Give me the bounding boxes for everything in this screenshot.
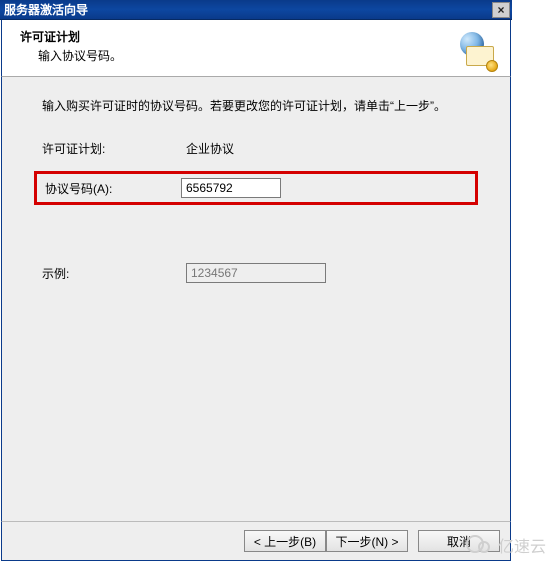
title-bar: 服务器激活向导 × [0, 0, 512, 20]
license-plan-row: 许可证计划: 企业协议 [42, 140, 470, 157]
license-globe-icon [456, 30, 496, 70]
license-plan-value: 企业协议 [186, 140, 234, 157]
page-title: 许可证计划 [20, 28, 492, 45]
back-button[interactable]: < 上一步(B) [244, 530, 326, 552]
window-title: 服务器激活向导 [4, 1, 88, 18]
wizard-button-bar: < 上一步(B) 下一步(N) > 取消 [1, 521, 511, 561]
agreement-number-highlight: 协议号码(A): [34, 171, 478, 205]
agreement-number-input[interactable] [181, 178, 281, 198]
agreement-number-label: 协议号码(A): [41, 180, 181, 197]
cancel-button[interactable]: 取消 [418, 530, 500, 552]
wizard-content: 输入购买许可证时的协议号码。若要更改您的许可证计划，请单击“上一步”。 许可证计… [1, 77, 511, 521]
example-input [186, 263, 326, 283]
page-subtitle: 输入协议号码。 [38, 47, 492, 64]
example-row: 示例: [42, 263, 470, 283]
close-icon: × [497, 3, 504, 17]
wizard-header: 许可证计划 输入协议号码。 [1, 20, 511, 76]
license-plan-label: 许可证计划: [42, 140, 186, 157]
instruction-text: 输入购买许可证时的协议号码。若要更改您的许可证计划，请单击“上一步”。 [42, 97, 470, 116]
close-button[interactable]: × [492, 2, 510, 18]
next-button[interactable]: 下一步(N) > [326, 530, 408, 552]
example-label: 示例: [42, 265, 186, 282]
